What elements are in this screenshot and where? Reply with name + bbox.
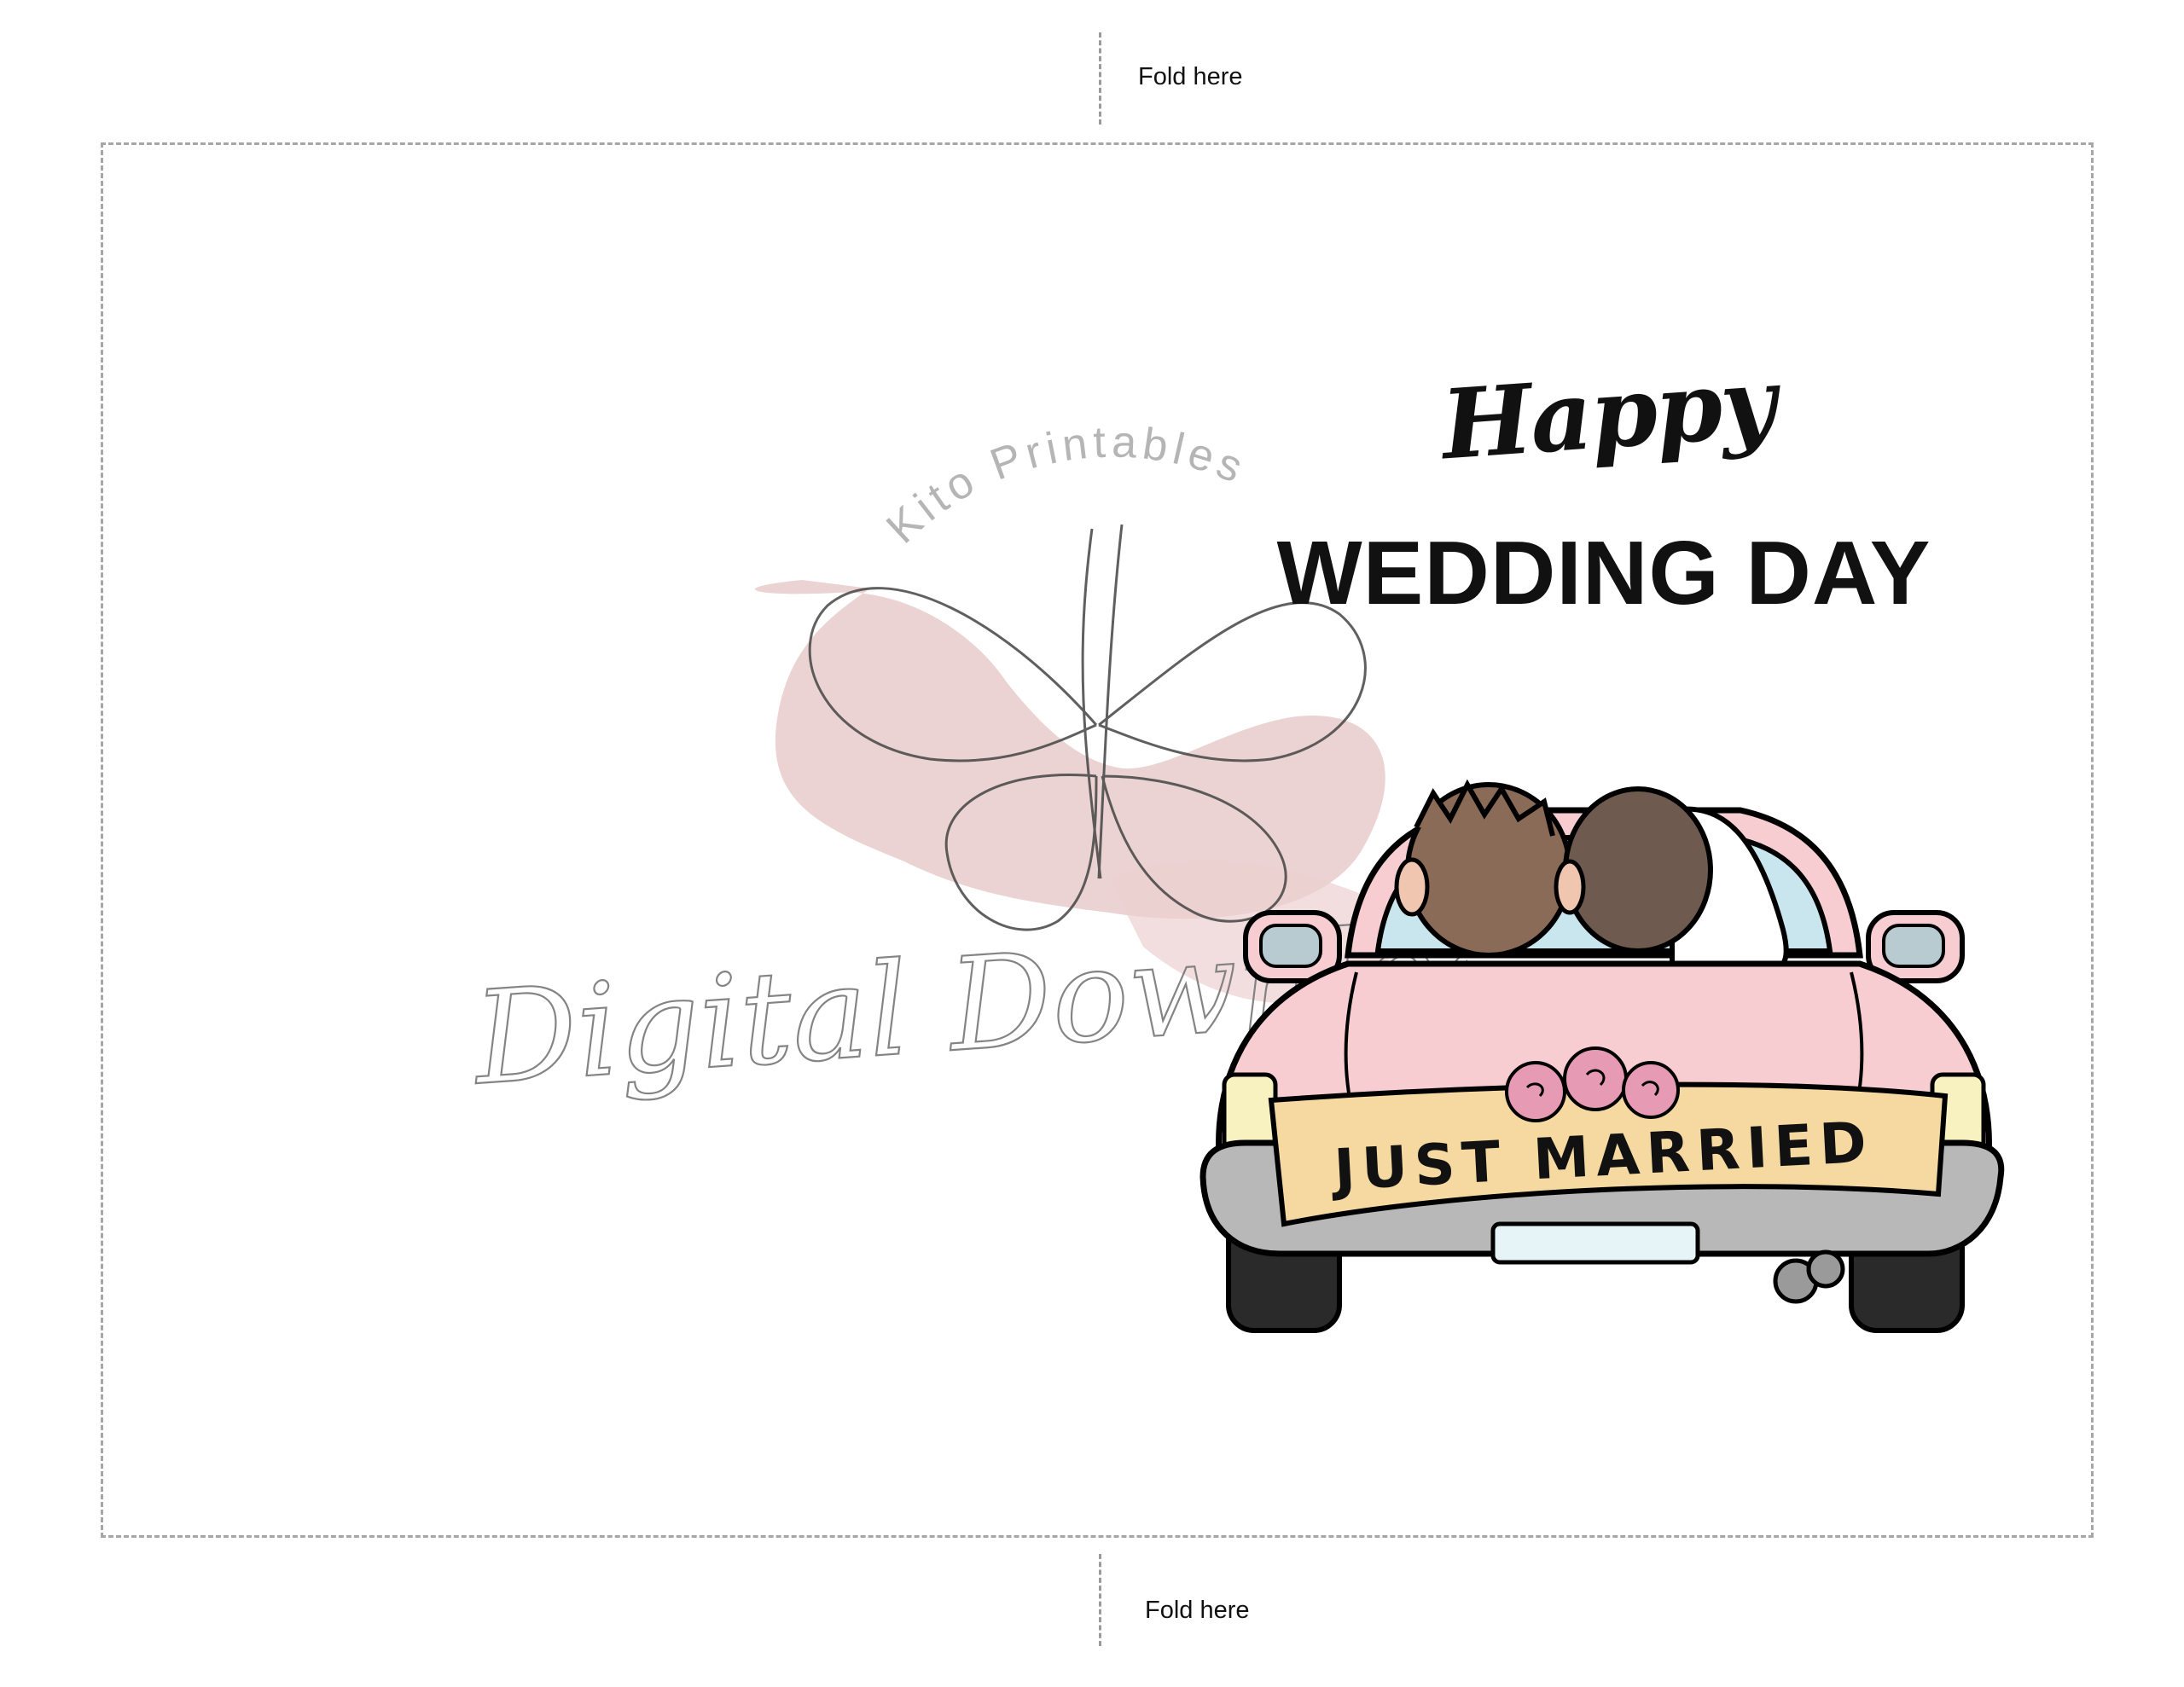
fold-line-top (1099, 32, 1101, 125)
just-married-car-illustration: JUST MARRIED (1194, 759, 2005, 1339)
watermark-brand: Kito Printables (877, 417, 1254, 553)
bride-head (1565, 789, 1711, 951)
fold-label-bottom: Fold here (1145, 1597, 1250, 1625)
license-plate (1493, 1224, 1698, 1262)
greeting-wedding-day: WEDDING DAY (1263, 522, 1945, 625)
fold-label-top: Fold here (1138, 63, 1243, 91)
fold-line-bottom (1099, 1554, 1101, 1646)
